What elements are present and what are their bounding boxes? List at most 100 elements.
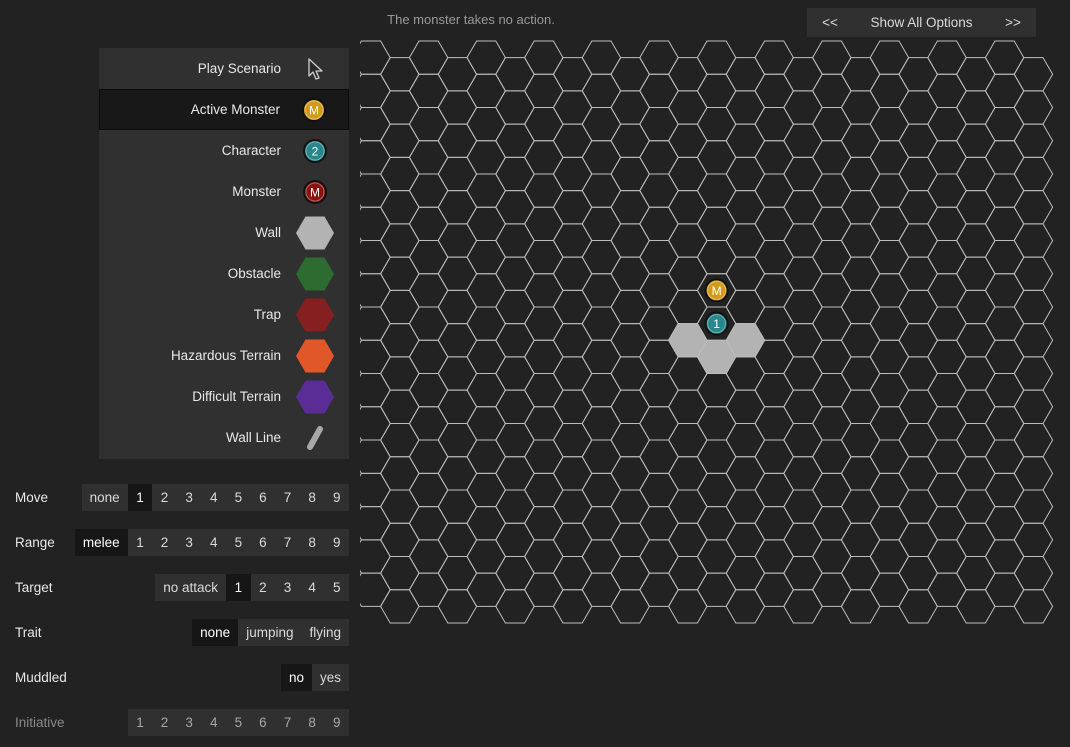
hex-cell[interactable]	[869, 539, 910, 574]
move-option-5[interactable]: 5	[226, 484, 251, 511]
hex-cell[interactable]	[408, 572, 449, 607]
hex-cell[interactable]	[1013, 289, 1054, 325]
hex-cell[interactable]	[552, 190, 593, 225]
hex-cell[interactable]	[812, 439, 852, 474]
hex-cell[interactable]	[754, 140, 794, 175]
prev-button[interactable]: <<	[807, 15, 853, 30]
hex-cell[interactable]	[840, 323, 881, 358]
hex-cell[interactable]	[552, 356, 593, 391]
hex-cell[interactable]	[869, 240, 910, 275]
hex-cell[interactable]	[754, 107, 794, 142]
hex-cell[interactable]	[898, 90, 938, 125]
hex-cell[interactable]	[524, 240, 564, 275]
hex-cell[interactable]	[783, 223, 823, 258]
hex-cell[interactable]	[581, 339, 622, 375]
hex-cell[interactable]	[639, 406, 679, 441]
hex-cell[interactable]	[956, 289, 996, 325]
hex-cell[interactable]	[380, 323, 420, 358]
hex-cell[interactable]	[754, 506, 794, 541]
hex-cell[interactable]	[898, 456, 938, 491]
palette-item-monster[interactable]: Monster M	[99, 171, 349, 212]
hex-cell[interactable]	[812, 140, 852, 175]
hex-cell[interactable]	[360, 506, 391, 541]
hex-cell[interactable]	[360, 373, 391, 408]
hex-cell[interactable]	[437, 289, 478, 325]
hex-cell[interactable]	[408, 140, 449, 175]
trait-option-jumping[interactable]: jumping	[238, 619, 301, 646]
hex-cell[interactable]	[495, 256, 535, 291]
hex-cell[interactable]	[610, 223, 650, 258]
hex-cell[interactable]	[639, 206, 679, 242]
hex-cell[interactable]	[696, 73, 737, 109]
hex-cell[interactable]	[812, 273, 852, 308]
initiative-option-7[interactable]: 7	[275, 709, 300, 736]
hex-cell[interactable]	[408, 73, 449, 109]
initiative-option-9[interactable]: 9	[324, 709, 349, 736]
hex-cell[interactable]	[466, 173, 506, 208]
hex-cell[interactable]	[610, 456, 650, 491]
hex-cell[interactable]	[581, 373, 622, 408]
hex-cell[interactable]	[984, 572, 1025, 607]
hex-cell[interactable]	[380, 422, 420, 458]
hex-cell[interactable]	[984, 73, 1025, 109]
hex-cell[interactable]	[783, 289, 823, 325]
hex-cell[interactable]	[408, 439, 449, 474]
hex-cell[interactable]	[360, 140, 391, 175]
hex-cell[interactable]	[840, 489, 881, 524]
hex-cell[interactable]	[380, 190, 420, 225]
hex-cell[interactable]	[380, 57, 420, 92]
hex-cell[interactable]	[1013, 323, 1054, 358]
hex-cell[interactable]	[408, 339, 449, 375]
hex-cell[interactable]	[581, 206, 622, 242]
hex-cell[interactable]	[783, 489, 823, 524]
hex-cell[interactable]	[984, 506, 1025, 541]
target-option-5[interactable]: 5	[324, 574, 349, 601]
hex-cell[interactable]	[581, 73, 622, 109]
target-option-no-attack[interactable]: no attack	[155, 574, 226, 601]
hex-cell[interactable]	[1013, 90, 1054, 125]
hex-cell[interactable]	[956, 356, 996, 391]
hex-cell[interactable]	[898, 522, 938, 557]
hex-cell[interactable]	[581, 506, 622, 541]
active-monster-token[interactable]: M	[704, 278, 729, 303]
hex-cell[interactable]	[639, 40, 679, 75]
hex-cell[interactable]	[380, 356, 420, 391]
range-option-7[interactable]: 7	[275, 529, 300, 556]
hex-cell[interactable]	[360, 173, 391, 208]
hex-cell[interactable]	[754, 472, 794, 508]
hex-cell[interactable]	[956, 156, 996, 192]
hex-cell[interactable]	[840, 289, 881, 325]
palette-item-play-scenario[interactable]: Play Scenario	[99, 48, 349, 89]
hex-cell[interactable]	[783, 323, 823, 358]
hex-cell[interactable]	[639, 539, 679, 574]
hex-cell[interactable]	[524, 472, 564, 508]
hex-cell[interactable]	[495, 389, 535, 424]
hex-cell[interactable]	[360, 240, 391, 275]
hex-cell[interactable]	[812, 539, 852, 574]
hex-cell[interactable]	[524, 273, 564, 308]
hex-cell[interactable]	[466, 107, 506, 142]
hex-cell[interactable]	[466, 140, 506, 175]
hex-cell[interactable]	[754, 40, 794, 75]
hex-cell[interactable]	[783, 456, 823, 491]
initiative-option-1[interactable]: 1	[128, 709, 153, 736]
hex-cell[interactable]	[639, 273, 679, 308]
hex-cell[interactable]	[668, 456, 708, 491]
hex-cell[interactable]	[610, 57, 650, 92]
hex-cell[interactable]	[552, 522, 593, 557]
hex-cell[interactable]	[495, 555, 535, 591]
hex-cell[interactable]	[610, 123, 650, 158]
hex-cell[interactable]	[495, 289, 535, 325]
hex-cell[interactable]	[696, 107, 737, 142]
hex-cell[interactable]	[725, 456, 766, 491]
hex-cell[interactable]	[898, 356, 938, 391]
hex-cell[interactable]	[466, 73, 506, 109]
hex-cell[interactable]	[898, 389, 938, 424]
initiative-option-3[interactable]: 3	[177, 709, 202, 736]
hex-cell[interactable]	[524, 140, 564, 175]
hex-cell[interactable]	[524, 206, 564, 242]
hex-cell[interactable]	[639, 73, 679, 109]
hex-cell[interactable]	[783, 522, 823, 557]
hex-cell[interactable]	[668, 190, 708, 225]
hex-cell[interactable]	[898, 256, 938, 291]
